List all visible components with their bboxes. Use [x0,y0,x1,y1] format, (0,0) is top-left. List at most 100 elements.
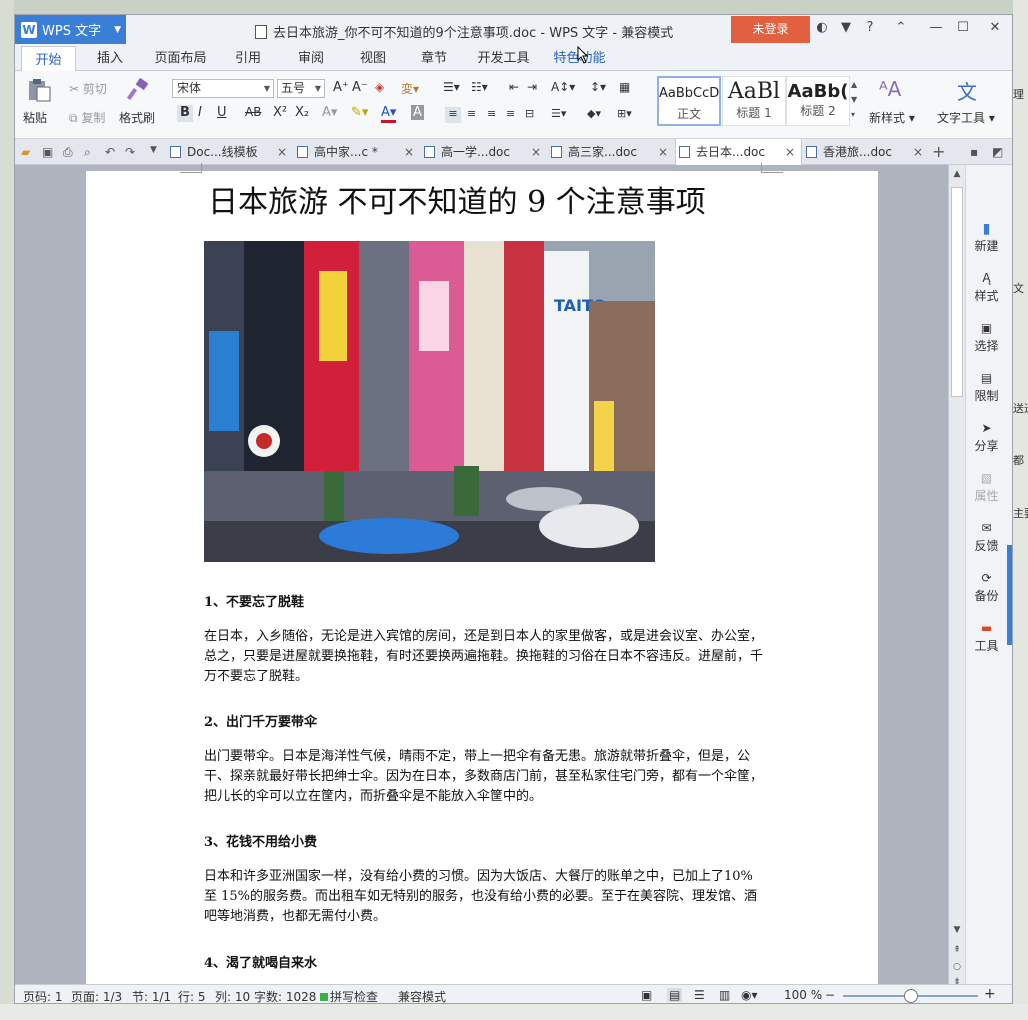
new-style-icon[interactable]: ᴬA [879,77,901,101]
text-tools-icon[interactable]: 文 [957,76,977,105]
prev-page-icon[interactable]: ⇞ [949,945,965,955]
select-browse-icon[interactable]: ○ [949,962,965,972]
distributed-icon[interactable]: ⊟ [525,107,534,120]
scroll-down-icon[interactable]: ▼ [949,925,965,935]
ruler-toggle-icon[interactable]: ▲ [949,169,965,179]
sidebar-item-backup[interactable]: ⟳ 备份 [966,571,1007,604]
strikethrough-button[interactable]: AB [245,105,261,119]
tab-chapter[interactable]: 章节 [416,45,452,71]
sidebar-item-restrict[interactable]: ▤ 限制 [966,371,1007,404]
redo-icon[interactable]: ↷ [125,145,135,159]
new-style-button[interactable]: 新样式 ▾ [869,109,915,126]
bold-button[interactable]: B [177,105,193,122]
highlight-icon[interactable]: ✎▾ [351,105,368,120]
collapse-ribbon-icon[interactable]: ⌃ [891,20,911,35]
styles-scroll[interactable]: ▲ ▼ ▾ [851,77,857,122]
sort-icon[interactable]: ↕▾ [590,80,606,94]
table-icon[interactable]: ▦ [619,80,630,94]
subscript-button[interactable]: X₂ [295,105,309,120]
status-word-count[interactable]: 字数: 1028 [254,988,316,1003]
paste-button[interactable]: 粘贴 [23,109,47,126]
bullet-list-icon[interactable]: ☰▾ [443,80,460,94]
increase-indent-icon[interactable]: ⇥ [527,80,537,94]
doc-tab-active[interactable]: 去日本...doc × [675,139,802,165]
document-page[interactable]: 日本旅游 不可不知道的 9 个注意事项 TAITO 1、不要忘了脱鞋 在日本，入… [86,163,878,991]
tab-developer[interactable]: 开发工具 [476,45,531,71]
phonetic-guide-icon[interactable]: 変▾ [401,80,419,97]
login-button[interactable]: 未登录 [731,16,810,43]
cut-button[interactable]: ✂ 剪切 [69,80,107,97]
print-icon[interactable]: ⎙ [63,145,73,160]
sidebar-item-share[interactable]: ➤ 分享 [966,421,1007,454]
skin-icon[interactable]: ◐ [812,20,832,35]
doc-tab[interactable]: Doc...线模板 × [167,139,293,165]
page-view-icon[interactable]: ▤ [667,988,683,1002]
undo-icon[interactable]: ↶ [105,145,115,159]
doc-tab[interactable]: 香港旅...doc × [803,139,929,165]
align-center-icon[interactable]: ≡ [467,107,476,120]
sidebar-item-styles[interactable]: Ą 样式 [966,271,1007,304]
fullscreen-icon[interactable]: ▣ [641,988,652,1002]
open-icon[interactable]: ▰ [21,145,30,159]
copy-button[interactable]: ⧉ 复制 [69,109,105,126]
close-button[interactable]: ✕ [985,20,1005,35]
char-shading-icon[interactable]: A [411,105,424,120]
line-spacing-icon[interactable]: ☰▾ [551,107,566,120]
tab-insert[interactable]: 插入 [90,45,130,71]
app-menu-button[interactable]: W WPS 文字 ▼ [15,15,126,44]
numbered-list-icon[interactable]: ☷▾ [471,80,488,94]
shrink-font-icon[interactable]: A⁻ [352,80,368,95]
doc-tab[interactable]: 高三家...doc × [548,139,674,165]
style-normal[interactable]: AaBbCcD 正文 [657,76,721,126]
zoom-slider-thumb[interactable] [904,989,918,1003]
italic-button[interactable]: I [198,105,202,120]
new-tab-icon[interactable]: + [932,142,945,161]
tab-home[interactable]: 开始 [21,46,76,72]
style-heading-1[interactable]: AaBl 标题 1 [722,76,786,126]
underline-button[interactable]: U [217,105,227,120]
web-view-icon[interactable]: ▥ [719,988,730,1002]
doc-tab[interactable]: 高一学...doc × [421,139,547,165]
spell-check-toggle[interactable]: 拼写检查 [320,988,378,1003]
font-color-icon[interactable]: A▾ [381,105,397,123]
minimize-button[interactable]: — [926,20,946,35]
tab-menu-icon[interactable]: ◩ [992,145,1003,159]
shading-icon[interactable]: ◆▾ [587,107,601,120]
text-direction-icon[interactable]: A↕▾ [551,80,575,94]
paste-icon[interactable] [26,78,52,102]
tab-page-layout[interactable]: 页面布局 [153,45,208,71]
tab-view[interactable]: 视图 [355,45,391,71]
reading-view-icon[interactable]: ◉▾ [741,988,758,1002]
help-button[interactable]: ? [860,20,880,35]
save-icon[interactable]: ▣ [42,145,53,159]
font-size-select[interactable]: 五号 ▼ [277,79,325,98]
vertical-scrollbar[interactable]: ▲ ▼ ⇞ ○ ⇟ [948,165,965,987]
format-painter-button[interactable]: 格式刷 [119,109,155,126]
zoom-in-icon[interactable]: + [984,986,996,1002]
close-icon[interactable]: × [531,139,541,165]
justify-icon[interactable]: ≡ [506,107,515,120]
clear-format-icon[interactable]: ◈ [375,80,384,94]
tab-review[interactable]: 审阅 [293,45,329,71]
print-preview-icon[interactable]: ⌕ [84,145,91,160]
style-heading-2[interactable]: AaBb(标题 2 [786,76,850,126]
shirt-icon[interactable]: ▼ [836,20,856,35]
outline-view-icon[interactable]: ☰ [694,988,705,1002]
text-effect-icon[interactable]: A▾ [322,105,337,120]
sidebar-collapse-handle[interactable] [1007,545,1012,645]
zoom-out-icon[interactable]: − [825,988,835,1002]
border-icon[interactable]: ⊞▾ [617,107,632,120]
sidebar-item-new[interactable]: ▮ 新建 [966,221,1007,254]
decrease-indent-icon[interactable]: ⇤ [509,80,519,94]
close-icon[interactable]: × [277,139,287,165]
zoom-level[interactable]: 100 % [784,988,822,1002]
superscript-button[interactable]: X² [273,105,287,120]
align-right-icon[interactable]: ≡ [487,107,496,120]
close-icon[interactable]: × [913,139,923,165]
tab-list-icon[interactable]: ▪ [970,145,978,159]
sidebar-item-properties[interactable]: ▧ 属性 [966,471,1007,504]
tab-references[interactable]: 引用 [230,45,266,71]
close-icon[interactable]: × [785,139,795,165]
quick-access-dropdown-icon[interactable]: ▼ [150,145,157,155]
maximize-button[interactable]: ☐ [953,20,973,35]
